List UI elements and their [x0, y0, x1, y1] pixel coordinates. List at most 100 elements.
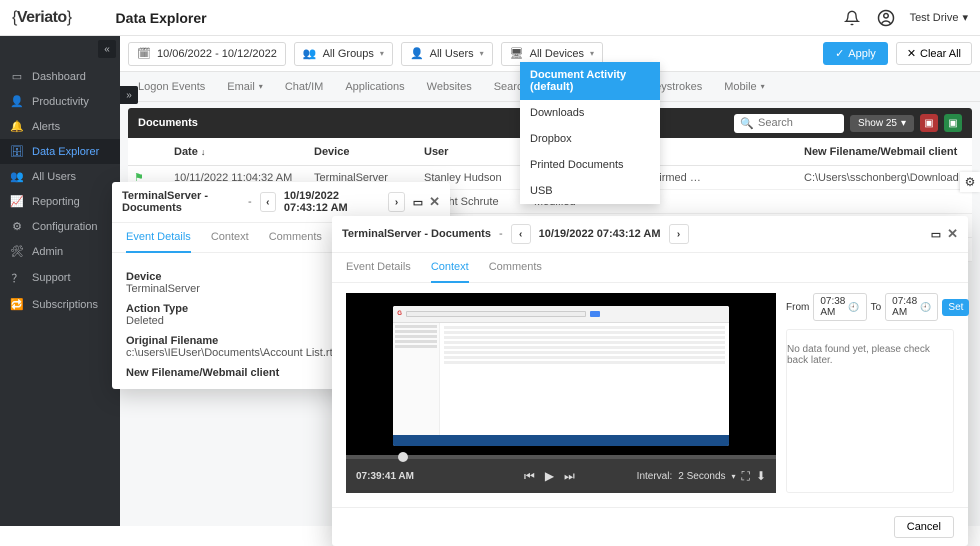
chevron-down-icon: ▾ [380, 49, 384, 58]
context-right-pane: From 07:38 AM🕘 To 07:48 AM🕘 Set No data … [786, 293, 954, 493]
sidebar-item-configuration[interactable]: ⚙Configuration [0, 214, 120, 239]
subtab-event-details[interactable]: Event Details [346, 253, 411, 282]
user-menu[interactable]: Test Drive ▾ [910, 11, 968, 24]
subtab-event-details[interactable]: Event Details [126, 223, 191, 253]
subtab-comments[interactable]: Comments [489, 253, 542, 282]
subtab-comments[interactable]: Comments [269, 223, 322, 252]
sidebar-item-support[interactable]: ？Support [0, 264, 120, 292]
subtab-context[interactable]: Context [211, 223, 249, 252]
close-icon[interactable]: ✕ [947, 226, 958, 242]
sidebar-expand-icon[interactable]: » [120, 86, 138, 104]
next-button[interactable]: › [388, 192, 404, 212]
section-title: Documents [138, 117, 198, 129]
sidebar-item-all-users[interactable]: 👥All Users [0, 164, 120, 189]
forward-icon[interactable]: ⏭ [564, 469, 575, 484]
chevron-down-icon: ▾ [962, 11, 968, 24]
chevron-down-icon: ▾ [480, 49, 484, 58]
check-icon: ✓ [835, 47, 844, 60]
export-pdf-icon[interactable]: ▣ [920, 114, 938, 132]
tab-logon-events[interactable]: Logon Events [138, 81, 205, 93]
tab-email[interactable]: Email▾ [227, 81, 263, 93]
calendar-icon: 🗓 [137, 47, 151, 60]
column-header[interactable]: Device [308, 146, 418, 158]
sidebar-item-label: Productivity [32, 96, 89, 108]
prev-button[interactable]: ‹ [511, 224, 531, 244]
sidebar-item-data-explorer[interactable]: 🗄 Data Explorer [0, 139, 120, 164]
to-label: To [871, 302, 882, 313]
subtab-context[interactable]: Context [431, 253, 469, 283]
date-range-picker[interactable]: 🗓 10/06/2022 - 10/12/2022 [128, 42, 286, 66]
rewind-icon[interactable]: ⏮ [524, 469, 535, 484]
next-button[interactable]: › [669, 224, 689, 244]
sidebar: « ▭Dashboard👤Productivity🔔Alerts 🗄 Data Ex… [0, 36, 120, 526]
apply-button[interactable]: ✓Apply [823, 42, 888, 65]
sidebar-item-alerts[interactable]: 🔔Alerts [0, 114, 120, 139]
from-time-value: 07:38 AM [820, 296, 845, 318]
progress-bar[interactable] [346, 455, 776, 459]
column-header[interactable]: New Filename/Webmail client [798, 146, 978, 158]
bell-icon[interactable] [842, 8, 862, 28]
play-icon[interactable]: ▶ [545, 469, 554, 483]
interval-value[interactable]: 2 Seconds [678, 471, 725, 482]
sidebar-item-dashboard[interactable]: ▭Dashboard [0, 64, 120, 89]
close-icon[interactable]: ✕ [429, 194, 440, 210]
tab-applications[interactable]: Applications [345, 81, 404, 93]
download-icon[interactable]: ⬇ [756, 469, 766, 483]
google-logo-icon: G [397, 311, 402, 317]
tab-websites[interactable]: Websites [427, 81, 472, 93]
groups-select[interactable]: 👥 All Groups ▾ [294, 42, 393, 66]
player-toolbar: 07:39:41 AM ⏮ ▶ ⏭ Interval: 2 Seconds ▾ … [346, 459, 776, 493]
documents-submenu-item[interactable]: Dropbox [520, 126, 660, 152]
progress-knob[interactable] [398, 452, 408, 462]
to-time-value: 07:48 AM [892, 296, 917, 318]
sidebar-item-productivity[interactable]: 👤Productivity [0, 89, 120, 114]
export-excel-icon[interactable]: ▣ [944, 114, 962, 132]
restore-icon[interactable]: ▭ [931, 228, 941, 241]
tab-mobile[interactable]: Mobile▾ [724, 81, 764, 93]
page-size-select[interactable]: Show 25▾ [850, 115, 914, 132]
search-icon: 🔍 [740, 117, 754, 130]
from-time-input[interactable]: 07:38 AM🕘 [813, 293, 866, 321]
panel1-timestamp: 10/19/2022 07:43:12 AM [284, 190, 381, 214]
extra-cell: onfirmed … [638, 172, 798, 184]
users-select[interactable]: 👤 All Users ▾ [401, 42, 493, 66]
column-header[interactable]: User [418, 146, 528, 158]
cancel-button[interactable]: Cancel [894, 516, 954, 538]
search-box[interactable]: 🔍 [734, 114, 844, 133]
player-screen: G [346, 293, 776, 459]
groups-value: All Groups [323, 48, 374, 60]
nav-icon: 👥 [10, 170, 24, 183]
sort-desc-icon: ↓ [201, 147, 206, 157]
set-button[interactable]: Set [942, 299, 969, 316]
clock-icon: 🕘 [848, 302, 859, 313]
sidebar-item-label: Alerts [32, 121, 60, 133]
column-header[interactable]: Date ↓ [168, 146, 308, 158]
sidebar-item-reporting[interactable]: 📈Reporting [0, 189, 120, 214]
fullscreen-icon[interactable]: ⛶ [742, 469, 750, 484]
tab-chat-im[interactable]: Chat/IM [285, 81, 324, 93]
documents-submenu-item[interactable]: Printed Documents [520, 152, 660, 178]
sidebar-item-admin[interactable]: 🛠Admin [0, 239, 120, 264]
clock-icon: 🕘 [920, 302, 931, 313]
gear-icon[interactable]: ⚙ [960, 172, 980, 192]
user-label: Test Drive [910, 12, 959, 24]
no-data-message: No data found yet, please check back lat… [786, 329, 954, 493]
sidebar-item-label: Data Explorer [32, 146, 99, 158]
sidebar-collapse-icon[interactable]: « [98, 40, 116, 58]
clear-all-button[interactable]: ✕Clear All [896, 42, 972, 65]
sidebar-item-subscriptions[interactable]: 🔁Subscriptions [0, 292, 120, 317]
newfile-cell: C:\Users\sschonberg\Downloads\atig8219_1… [798, 172, 978, 184]
documents-submenu-item[interactable]: Downloads [520, 100, 660, 126]
restore-icon[interactable]: ▭ [413, 196, 423, 209]
devices-value: All Devices [530, 48, 584, 60]
nav-icon: 🗄 [10, 145, 24, 158]
prev-button[interactable]: ‹ [260, 192, 276, 212]
user-avatar-icon[interactable] [876, 8, 896, 28]
search-input[interactable] [758, 117, 838, 129]
documents-submenu-selected[interactable]: Document Activity (default) [520, 62, 660, 100]
mock-screenshot: G [393, 306, 728, 445]
interval-label: Interval: [637, 471, 673, 482]
panel2-title: TerminalServer - Documents [342, 228, 491, 240]
documents-submenu-item[interactable]: USB [520, 178, 660, 204]
to-time-input[interactable]: 07:48 AM🕘 [885, 293, 938, 321]
